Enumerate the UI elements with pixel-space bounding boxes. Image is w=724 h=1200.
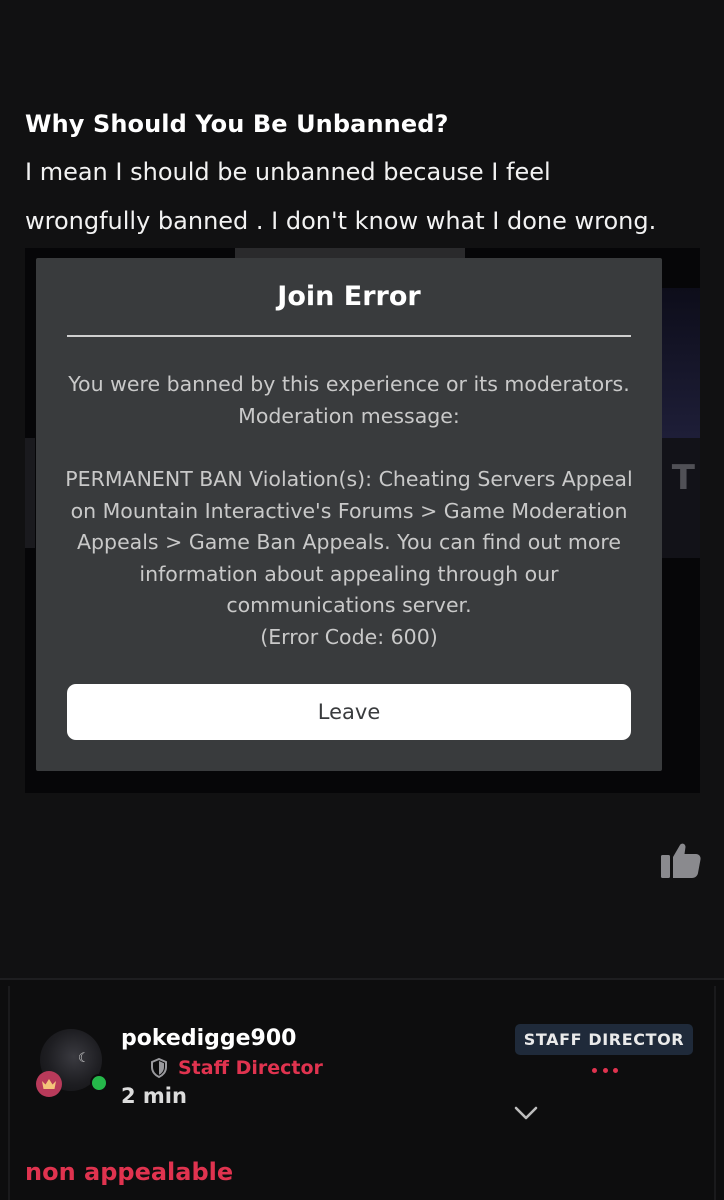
leave-button: Leave (67, 684, 631, 740)
post-timestamp: 2 min (121, 1084, 187, 1108)
answer-line-1: I mean I should be unbanned because I fe… (25, 158, 551, 186)
user-role-label: Staff Director (178, 1057, 323, 1079)
dialog-moderation-message: PERMANENT BAN Violation(s): Cheating Ser… (65, 467, 633, 617)
dot (602, 1067, 608, 1073)
rank-badge: STAFF DIRECTOR (515, 1024, 693, 1055)
embedded-screenshot[interactable]: T Join Error You were banned by this exp… (25, 248, 700, 793)
screenshot-background-shape (235, 248, 465, 258)
dot (592, 1067, 597, 1073)
thumbs-up-icon[interactable] (658, 840, 704, 882)
reply-text: non appealable (25, 1158, 234, 1186)
join-error-dialog: Join Error You were banned by this exper… (36, 258, 662, 771)
screenshot-background-letter: T (671, 458, 695, 498)
dot (613, 1067, 618, 1073)
dialog-message-intro: You were banned by this experience or it… (68, 372, 630, 428)
username[interactable]: pokedigge900 (121, 1026, 296, 1051)
screenshot-background-shape (25, 438, 35, 548)
dialog-error-code: (Error Code: 600) (260, 624, 438, 649)
dialog-divider (67, 335, 631, 337)
avatar[interactable]: ☾ (32, 1021, 108, 1097)
shield-icon (151, 1058, 167, 1078)
user-role: Staff Director (150, 1056, 323, 1080)
moon-icon: ☾ (78, 1051, 90, 1066)
post-body: Why Should You Be Unbanned? I mean I sho… (0, 0, 724, 978)
reply-divider (0, 978, 724, 980)
dialog-message-body: PERMANENT BAN Violation(s): Cheating Ser… (56, 464, 642, 653)
online-status-indicator (90, 1074, 108, 1092)
screenshot-background-shape (660, 438, 700, 558)
screenshot-background-shape (660, 288, 700, 438)
crown-icon (36, 1071, 62, 1097)
question-heading: Why Should You Be Unbanned? (25, 110, 449, 138)
answer-line-2: wrongfully banned . I don't know what I … (25, 207, 657, 235)
more-options-icon[interactable] (592, 1063, 618, 1077)
chevron-down-icon[interactable] (513, 1103, 539, 1123)
dialog-title: Join Error (277, 281, 421, 312)
